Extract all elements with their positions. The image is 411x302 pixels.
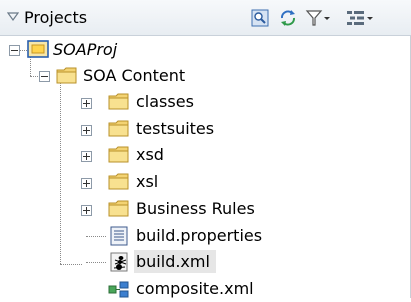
sync-icon[interactable]	[279, 9, 297, 27]
expand-toggle[interactable]	[81, 98, 92, 109]
folder-icon	[108, 146, 129, 163]
collapse-toggle[interactable]	[39, 71, 50, 82]
tree-row-classes[interactable]: classes	[0, 89, 411, 115]
expand-toggle[interactable]	[81, 205, 92, 216]
tree-label: SOAProj	[53, 40, 118, 59]
folder-icon	[108, 173, 129, 190]
panel-header: Projects	[0, 0, 411, 36]
ant-build-icon	[110, 252, 128, 272]
tree-label: testsuites	[136, 119, 215, 138]
project-tree: SOAProj SOA Content classes testsuites x…	[0, 36, 411, 298]
tree-label: xsd	[136, 145, 164, 164]
tree-row-xsd[interactable]: xsd	[0, 142, 411, 168]
expand-toggle[interactable]	[81, 151, 92, 162]
tree-row-soa-content[interactable]: SOA Content	[0, 63, 411, 89]
expand-toggle[interactable]	[81, 125, 92, 136]
tree-connector	[86, 262, 106, 264]
tree-label: build.xml	[136, 252, 210, 271]
expand-toggle[interactable]	[81, 178, 92, 189]
tree-row-xsl[interactable]: xsl	[0, 169, 411, 195]
properties-file-icon	[110, 226, 128, 246]
tree-connector	[86, 236, 106, 238]
tree-label: build.properties	[136, 226, 263, 245]
collapse-triangle-icon[interactable]	[7, 12, 19, 22]
projects-panel: Projects SOAProj SOA Content classes tes…	[0, 0, 411, 298]
tree-label: classes	[136, 92, 194, 111]
find-icon[interactable]	[251, 9, 269, 27]
folder-icon	[108, 120, 129, 137]
tree-row-project[interactable]: SOAProj	[0, 37, 411, 63]
tree-row-build-xml[interactable]: build.xml	[0, 249, 411, 275]
folder-icon	[108, 200, 129, 217]
tree-row-business-rules[interactable]: Business Rules	[0, 196, 411, 222]
tree-row-composite-xml[interactable]: composite.xml	[0, 276, 411, 302]
tree-label: composite.xml	[136, 279, 254, 298]
tree-row-testsuites[interactable]: testsuites	[0, 116, 411, 142]
folder-icon	[56, 67, 77, 84]
tree-label: Business Rules	[136, 199, 255, 218]
panel-title: Projects	[24, 8, 88, 27]
composite-icon	[108, 281, 129, 298]
tree-label: SOA Content	[83, 66, 186, 85]
project-icon	[27, 40, 49, 58]
tree-label: xsl	[136, 172, 159, 191]
tree-row-build-properties[interactable]: build.properties	[0, 223, 411, 249]
collapse-toggle[interactable]	[9, 45, 20, 56]
folder-icon	[108, 93, 129, 110]
layout-icon[interactable]	[346, 9, 374, 27]
filter-icon[interactable]	[305, 9, 331, 27]
